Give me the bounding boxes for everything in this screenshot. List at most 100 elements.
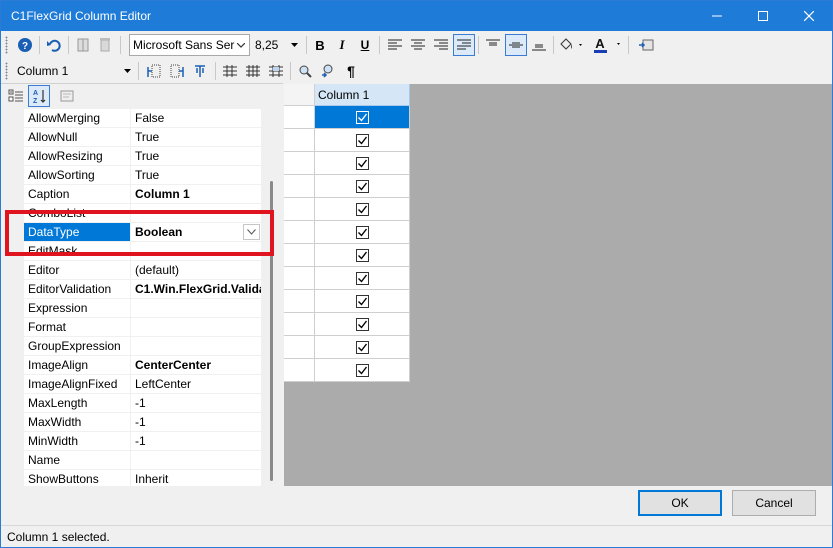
property-name[interactable]: Format xyxy=(24,318,131,336)
delete-column-button[interactable] xyxy=(94,34,116,56)
boolean-cell[interactable] xyxy=(315,198,410,221)
align-left-button[interactable] xyxy=(384,34,406,56)
property-row[interactable]: AllowMerging False xyxy=(24,109,261,128)
row-header[interactable] xyxy=(284,152,315,175)
row-header[interactable] xyxy=(284,359,315,382)
property-row[interactable]: AllowResizing True xyxy=(24,147,261,166)
property-value[interactable]: (default) xyxy=(132,261,261,279)
ok-button[interactable]: OK xyxy=(638,490,722,516)
categorized-button[interactable] xyxy=(5,85,27,107)
property-row[interactable]: Expression xyxy=(24,299,261,318)
property-row[interactable]: MaxLength -1 xyxy=(24,394,261,413)
property-value[interactable] xyxy=(132,318,261,336)
align-general-button[interactable] xyxy=(453,34,475,56)
property-value[interactable]: CenterCenter xyxy=(132,356,261,374)
property-grid-scrollbar[interactable] xyxy=(261,109,280,486)
apply-style-button[interactable] xyxy=(635,34,657,56)
width-equal-button[interactable] xyxy=(219,60,241,82)
back-color-button[interactable] xyxy=(557,34,587,56)
checkbox[interactable] xyxy=(355,294,369,308)
checkbox[interactable] xyxy=(355,133,369,147)
row-header[interactable] xyxy=(284,336,315,359)
checkbox[interactable] xyxy=(355,340,369,354)
row-header[interactable] xyxy=(284,221,315,244)
find-button[interactable] xyxy=(294,60,316,82)
boolean-cell[interactable] xyxy=(315,244,410,267)
grid-row[interactable] xyxy=(284,336,410,359)
toolbar-grip[interactable] xyxy=(5,62,8,80)
row-header[interactable] xyxy=(284,313,315,336)
grid-row[interactable] xyxy=(284,221,410,244)
property-row[interactable]: Editor (default) xyxy=(24,261,261,280)
property-name[interactable]: Caption xyxy=(24,185,131,203)
grid-row[interactable] xyxy=(284,313,410,336)
checkbox[interactable] xyxy=(355,110,369,124)
underline-button[interactable]: U xyxy=(354,34,376,56)
valign-center-button[interactable] xyxy=(505,34,527,56)
checkbox[interactable] xyxy=(355,179,369,193)
property-value[interactable]: -1 xyxy=(132,432,261,450)
property-value[interactable] xyxy=(132,451,261,469)
boolean-cell[interactable] xyxy=(315,106,410,129)
alphabetical-button[interactable]: AZ xyxy=(28,85,50,107)
boolean-cell[interactable] xyxy=(315,313,410,336)
move-right-button[interactable] xyxy=(166,60,188,82)
checkbox[interactable] xyxy=(355,225,369,239)
grid-row[interactable] xyxy=(284,290,410,313)
property-value[interactable]: C1.Win.FlexGrid.Valida xyxy=(132,280,261,298)
checkbox[interactable] xyxy=(355,156,369,170)
row-header[interactable] xyxy=(284,267,315,290)
close-button[interactable] xyxy=(786,1,832,31)
property-row[interactable]: AllowSorting True xyxy=(24,166,261,185)
property-name[interactable]: MinWidth xyxy=(24,432,131,450)
property-value[interactable] xyxy=(132,337,261,355)
show-formatting-button[interactable]: ¶ xyxy=(340,60,362,82)
row-header[interactable] xyxy=(284,106,315,129)
boolean-cell[interactable] xyxy=(315,129,410,152)
help-button[interactable]: ? xyxy=(14,34,36,56)
property-value[interactable]: -1 xyxy=(132,413,261,431)
property-row[interactable]: EditorValidation C1.Win.FlexGrid.Valida xyxy=(24,280,261,299)
grid-row[interactable] xyxy=(284,152,410,175)
property-name[interactable]: EditorValidation xyxy=(24,280,131,298)
property-row[interactable]: AllowNull True xyxy=(24,128,261,147)
insert-column-button[interactable] xyxy=(72,34,94,56)
grid-corner-cell[interactable] xyxy=(284,84,315,106)
boolean-cell[interactable] xyxy=(315,152,410,175)
boolean-cell[interactable] xyxy=(315,267,410,290)
row-header[interactable] xyxy=(284,129,315,152)
grid-row[interactable] xyxy=(284,106,410,129)
property-name[interactable]: GroupExpression xyxy=(24,337,131,355)
property-row[interactable]: ImageAlignFixed LeftCenter xyxy=(24,375,261,394)
insert-after-button[interactable] xyxy=(189,60,211,82)
property-name[interactable]: AllowSorting xyxy=(24,166,131,184)
find-next-button[interactable] xyxy=(317,60,339,82)
maximize-button[interactable] xyxy=(740,1,786,31)
property-name[interactable]: ImageAlignFixed xyxy=(24,375,131,393)
grid-row[interactable] xyxy=(284,129,410,152)
width-decrease-button[interactable] xyxy=(265,60,287,82)
checkbox[interactable] xyxy=(355,317,369,331)
valign-top-button[interactable] xyxy=(482,34,504,56)
property-value[interactable]: LeftCenter xyxy=(132,375,261,393)
property-row[interactable]: Name xyxy=(24,451,261,470)
checkbox[interactable] xyxy=(355,202,369,216)
align-right-button[interactable] xyxy=(430,34,452,56)
property-row[interactable]: MaxWidth -1 xyxy=(24,413,261,432)
property-value[interactable]: True xyxy=(132,128,261,146)
property-row[interactable]: ImageAlign CenterCenter xyxy=(24,356,261,375)
property-name[interactable]: MaxLength xyxy=(24,394,131,412)
property-name[interactable]: AllowMerging xyxy=(24,109,131,127)
minimize-button[interactable] xyxy=(694,1,740,31)
row-header[interactable] xyxy=(284,175,315,198)
grid-row[interactable] xyxy=(284,198,410,221)
grid-row[interactable] xyxy=(284,359,410,382)
property-value[interactable]: True xyxy=(132,147,261,165)
row-header[interactable] xyxy=(284,198,315,221)
move-left-button[interactable] xyxy=(143,60,165,82)
grid-row[interactable] xyxy=(284,244,410,267)
grid-row[interactable] xyxy=(284,175,410,198)
property-name[interactable]: AllowResizing xyxy=(24,147,131,165)
cancel-button[interactable]: Cancel xyxy=(732,490,816,516)
align-center-button[interactable] xyxy=(407,34,429,56)
